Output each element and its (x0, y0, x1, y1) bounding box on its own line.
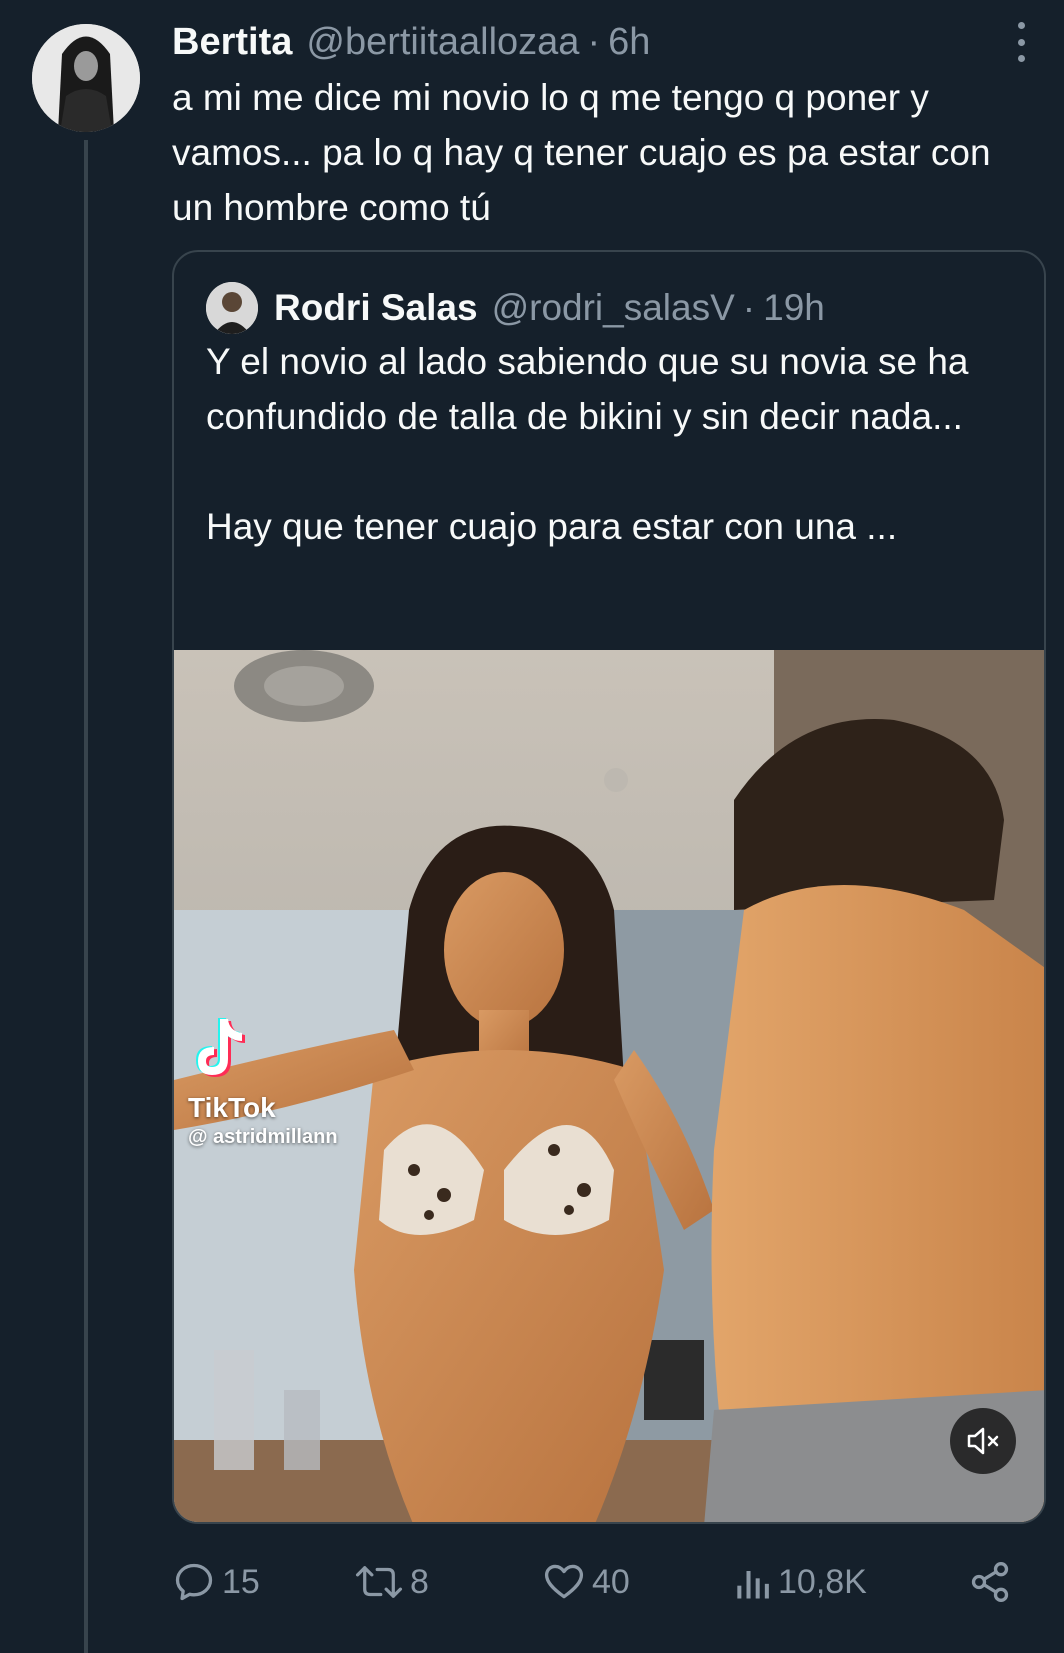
author-avatar[interactable] (32, 24, 140, 132)
video-player[interactable]: TikTok @ astridmillann (174, 650, 1044, 1522)
tiktok-brand: TikTok (188, 1092, 276, 1123)
views-count: 10,8K (778, 1562, 867, 1601)
views-icon (737, 1571, 769, 1599)
reply-button[interactable]: 15 (172, 1556, 260, 1608)
quoted-text: Y el novio al lado sabiendo que su novia… (206, 334, 1016, 554)
tiktok-watermark: TikTok @ astridmillann (188, 1015, 338, 1149)
tweet-time[interactable]: 6h (608, 21, 650, 64)
tiktok-username: @ astridmillann (188, 1126, 338, 1148)
like-count: 40 (592, 1562, 630, 1601)
reply-icon (175, 1563, 213, 1601)
retweet-count: 8 (410, 1562, 429, 1601)
tweet-actions: 15 8 40 10,8K (172, 1556, 1016, 1608)
retweet-button[interactable]: 8 (354, 1556, 429, 1608)
quoted-author-avatar[interactable] (206, 282, 258, 334)
share-button[interactable] (968, 1556, 1018, 1608)
retweet-icon (355, 1566, 403, 1598)
quoted-separator-dot: · (742, 287, 756, 328)
quoted-paragraph-1: Y el novio al lado sabiendo que su novia… (206, 341, 969, 437)
heart-icon (544, 1564, 584, 1599)
quoted-time[interactable]: 19h (763, 287, 825, 329)
separator-dot: · (587, 20, 601, 63)
views-button[interactable]: 10,8K (732, 1556, 867, 1608)
tweet-header: Bertita @bertiitaallozaa · 6h (172, 18, 650, 66)
author-name[interactable]: Bertita (172, 21, 292, 64)
quoted-tweet[interactable]: Rodri Salas @rodri_salasV · 19h Y el nov… (172, 250, 1046, 1524)
quoted-header: Rodri Salas @rodri_salasV · 19h (274, 282, 825, 334)
more-vertical-icon[interactable] (1006, 22, 1036, 62)
author-handle[interactable]: @bertiitaallozaa (306, 21, 579, 64)
thread-line (84, 140, 88, 1653)
share-icon (971, 1562, 1009, 1602)
tweet-text: a mi me dice mi novio lo q me tengo q po… (172, 77, 991, 228)
tweet[interactable]: Bertita @bertiitaallozaa · 6h a mi me di… (0, 0, 1064, 1653)
like-button[interactable]: 40 (542, 1556, 630, 1608)
quoted-paragraph-2: Hay que tener cuajo para estar con una .… (206, 506, 898, 547)
quoted-author-name[interactable]: Rodri Salas (274, 287, 478, 329)
volume-muted-icon[interactable] (950, 1408, 1016, 1474)
reply-count: 15 (222, 1562, 260, 1601)
quoted-author-handle[interactable]: @rodri_salasV (492, 287, 735, 329)
tiktok-logo-icon (196, 1018, 245, 1077)
